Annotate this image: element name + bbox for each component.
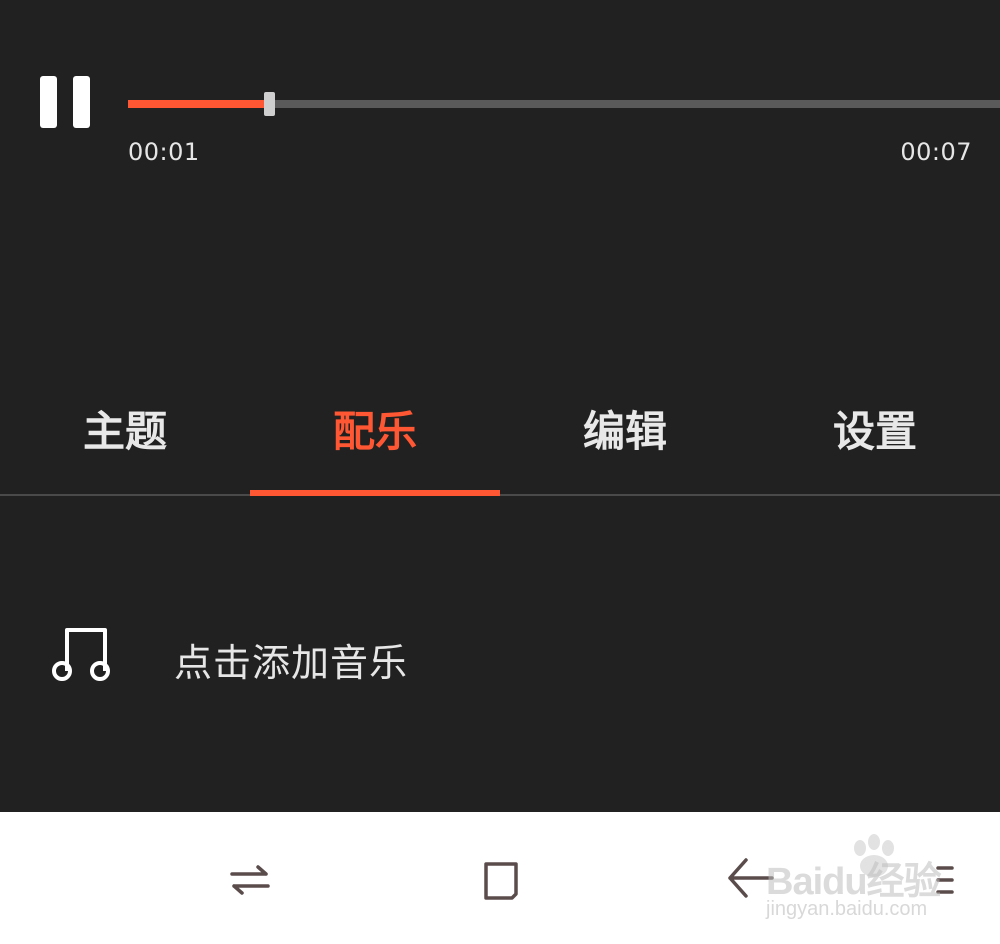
watermark-brand: Baidu经验 [766, 861, 942, 903]
back-icon [728, 858, 774, 898]
tab-edit[interactable]: 编辑 [500, 380, 750, 494]
watermark-url: jingyan.baidu.com [766, 898, 928, 920]
video-editor-screen: 00:01 00:07 主题 配乐 编辑 设置 点击添加音乐 Baidu经验 j… [0, 0, 1000, 944]
add-music-button[interactable]: 点击添加音乐 [0, 600, 1000, 710]
switch-apps-button[interactable] [222, 852, 278, 908]
tab-label: 设置 [832, 407, 917, 456]
tab-label: 主题 [82, 407, 167, 456]
tab-bar: 主题 配乐 编辑 设置 [0, 380, 1000, 496]
tab-theme[interactable]: 主题 [0, 380, 250, 494]
active-tab-indicator [250, 490, 500, 496]
tab-label: 编辑 [582, 407, 667, 456]
progress-thumb[interactable] [264, 92, 276, 116]
tab-settings[interactable]: 设置 [750, 380, 1000, 494]
watermark: Baidu经验 jingyan.baidu.com [766, 834, 946, 934]
tab-label: 配乐 [332, 407, 417, 456]
switch-apps-icon [230, 865, 270, 895]
music-note-icon [50, 624, 114, 684]
progress-fill [128, 100, 270, 108]
tab-music[interactable]: 配乐 [250, 380, 500, 496]
progress-slider[interactable] [128, 92, 1000, 116]
pause-button[interactable] [38, 76, 90, 128]
system-navigation-bar: Baidu经验 jingyan.baidu.com [0, 812, 1000, 944]
total-time: 00:07 [900, 138, 972, 166]
current-time: 00:01 [128, 138, 200, 166]
home-button[interactable] [472, 852, 528, 908]
home-icon [484, 862, 518, 900]
pause-icon-bar [73, 76, 90, 128]
add-music-label: 点击添加音乐 [174, 641, 409, 685]
back-button[interactable] [722, 852, 778, 908]
menu-icon [936, 866, 954, 894]
baidu-paw-icon [854, 834, 894, 877]
pause-icon [40, 76, 57, 128]
menu-button[interactable] [922, 852, 978, 908]
